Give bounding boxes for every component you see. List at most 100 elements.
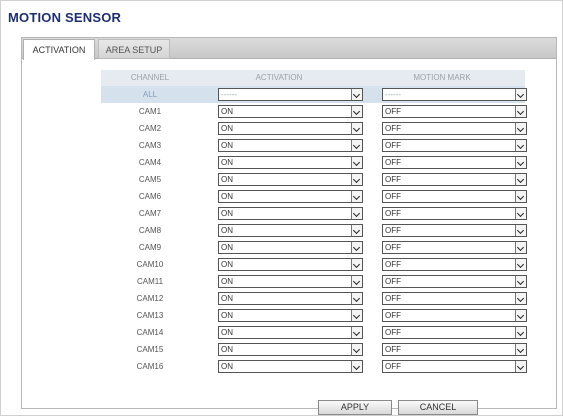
select-value: ON (221, 311, 233, 320)
activation-select[interactable]: ON (218, 360, 363, 373)
channel-label: CAM11 (136, 277, 164, 286)
motion-mark-select[interactable]: OFF (382, 224, 527, 237)
tab-area-setup[interactable]: AREA SETUP (98, 39, 170, 59)
activation-select[interactable]: ON (218, 190, 363, 203)
chevron-down-icon[interactable] (515, 327, 526, 338)
chevron-down-icon[interactable] (351, 327, 362, 338)
channel-label: CAM4 (138, 158, 162, 167)
chevron-down-icon[interactable] (351, 276, 362, 287)
motion-mark-select[interactable]: OFF (382, 258, 527, 271)
tab-activation[interactable]: ACTIVATION (23, 39, 95, 60)
channel-label: CAM6 (138, 192, 162, 201)
chevron-down-icon[interactable] (515, 89, 526, 100)
select-value: ON (221, 260, 233, 269)
select-value: OFF (385, 141, 401, 150)
motion-mark-select[interactable]: OFF (382, 105, 527, 118)
activation-select[interactable]: ON (218, 173, 363, 186)
table-row: CAM4 ON OFF (101, 154, 527, 171)
select-value: OFF (385, 362, 401, 371)
chevron-down-icon[interactable] (351, 225, 362, 236)
channel-label: CAM9 (138, 243, 162, 252)
chevron-down-icon[interactable] (515, 157, 526, 168)
activation-select[interactable]: ON (218, 343, 363, 356)
activation-select[interactable]: ON (218, 258, 363, 271)
motion-mark-select[interactable]: OFF (382, 241, 527, 254)
activation-select[interactable]: ON (218, 309, 363, 322)
cancel-button[interactable]: CANCEL (398, 400, 478, 415)
motion-mark-select[interactable]: ------ (382, 88, 527, 101)
chevron-down-icon[interactable] (351, 344, 362, 355)
activation-select[interactable]: ON (218, 224, 363, 237)
activation-select[interactable]: ON (218, 241, 363, 254)
select-value: ON (221, 141, 233, 150)
chevron-down-icon[interactable] (515, 208, 526, 219)
chevron-down-icon[interactable] (351, 191, 362, 202)
apply-button[interactable]: APPLY (318, 400, 392, 415)
motion-mark-select[interactable]: OFF (382, 326, 527, 339)
chevron-down-icon[interactable] (351, 242, 362, 253)
chevron-down-icon[interactable] (351, 361, 362, 372)
select-value: ON (221, 294, 233, 303)
motion-mark-select[interactable]: OFF (382, 207, 527, 220)
activation-select[interactable]: ON (218, 105, 363, 118)
chevron-down-icon[interactable] (351, 293, 362, 304)
table-row: CAM12 ON OFF (101, 290, 527, 307)
activation-select[interactable]: ON (218, 156, 363, 169)
motion-mark-select[interactable]: OFF (382, 360, 527, 373)
activation-select[interactable]: ON (218, 207, 363, 220)
motion-mark-select[interactable]: OFF (382, 173, 527, 186)
motion-mark-select[interactable]: OFF (382, 343, 527, 356)
activation-select[interactable]: ON (218, 292, 363, 305)
chevron-down-icon[interactable] (515, 242, 526, 253)
select-value: ON (221, 107, 233, 116)
chevron-down-icon[interactable] (515, 106, 526, 117)
select-value: OFF (385, 328, 401, 337)
chevron-down-icon[interactable] (515, 259, 526, 270)
channel-label: CAM7 (138, 209, 162, 218)
activation-select[interactable]: ------ (218, 88, 363, 101)
chevron-down-icon[interactable] (515, 123, 526, 134)
activation-select[interactable]: ON (218, 122, 363, 135)
select-value: ------ (221, 90, 237, 99)
chevron-down-icon[interactable] (515, 310, 526, 321)
chevron-down-icon[interactable] (515, 293, 526, 304)
table-row: CAM7 ON OFF (101, 205, 527, 222)
chevron-down-icon[interactable] (351, 208, 362, 219)
table-row: CAM11 ON OFF (101, 273, 527, 290)
chevron-down-icon[interactable] (515, 140, 526, 151)
select-value: ON (221, 192, 233, 201)
chevron-down-icon[interactable] (515, 276, 526, 287)
chevron-down-icon[interactable] (515, 344, 526, 355)
motion-mark-select[interactable]: OFF (382, 275, 527, 288)
chevron-down-icon[interactable] (351, 89, 362, 100)
activation-select[interactable]: ON (218, 275, 363, 288)
select-value: OFF (385, 107, 401, 116)
activation-select[interactable]: ON (218, 326, 363, 339)
select-value: OFF (385, 192, 401, 201)
activation-select[interactable]: ON (218, 139, 363, 152)
chevron-down-icon[interactable] (351, 259, 362, 270)
chevron-down-icon[interactable] (515, 191, 526, 202)
table-row: CAM15 ON OFF (101, 341, 527, 358)
chevron-down-icon[interactable] (515, 225, 526, 236)
table-row: CAM9 ON OFF (101, 239, 527, 256)
chevron-down-icon[interactable] (515, 361, 526, 372)
select-value: ON (221, 328, 233, 337)
motion-mark-select[interactable]: OFF (382, 190, 527, 203)
motion-mark-select[interactable]: OFF (382, 309, 527, 322)
motion-mark-select[interactable]: OFF (382, 139, 527, 152)
chevron-down-icon[interactable] (351, 174, 362, 185)
select-value: ON (221, 158, 233, 167)
chevron-down-icon[interactable] (351, 157, 362, 168)
chevron-down-icon[interactable] (351, 310, 362, 321)
motion-mark-select[interactable]: OFF (382, 156, 527, 169)
all-channels-row: ALL ------ ------ (101, 86, 527, 103)
chevron-down-icon[interactable] (515, 174, 526, 185)
chevron-down-icon[interactable] (351, 106, 362, 117)
chevron-down-icon[interactable] (351, 123, 362, 134)
motion-mark-select[interactable]: OFF (382, 122, 527, 135)
motion-mark-select[interactable]: OFF (382, 292, 527, 305)
chevron-down-icon[interactable] (351, 140, 362, 151)
channel-label: CAM2 (138, 124, 162, 133)
motion-sensor-window: MOTION SENSOR ACTIVATION AREA SETUP CHAN… (0, 0, 563, 416)
